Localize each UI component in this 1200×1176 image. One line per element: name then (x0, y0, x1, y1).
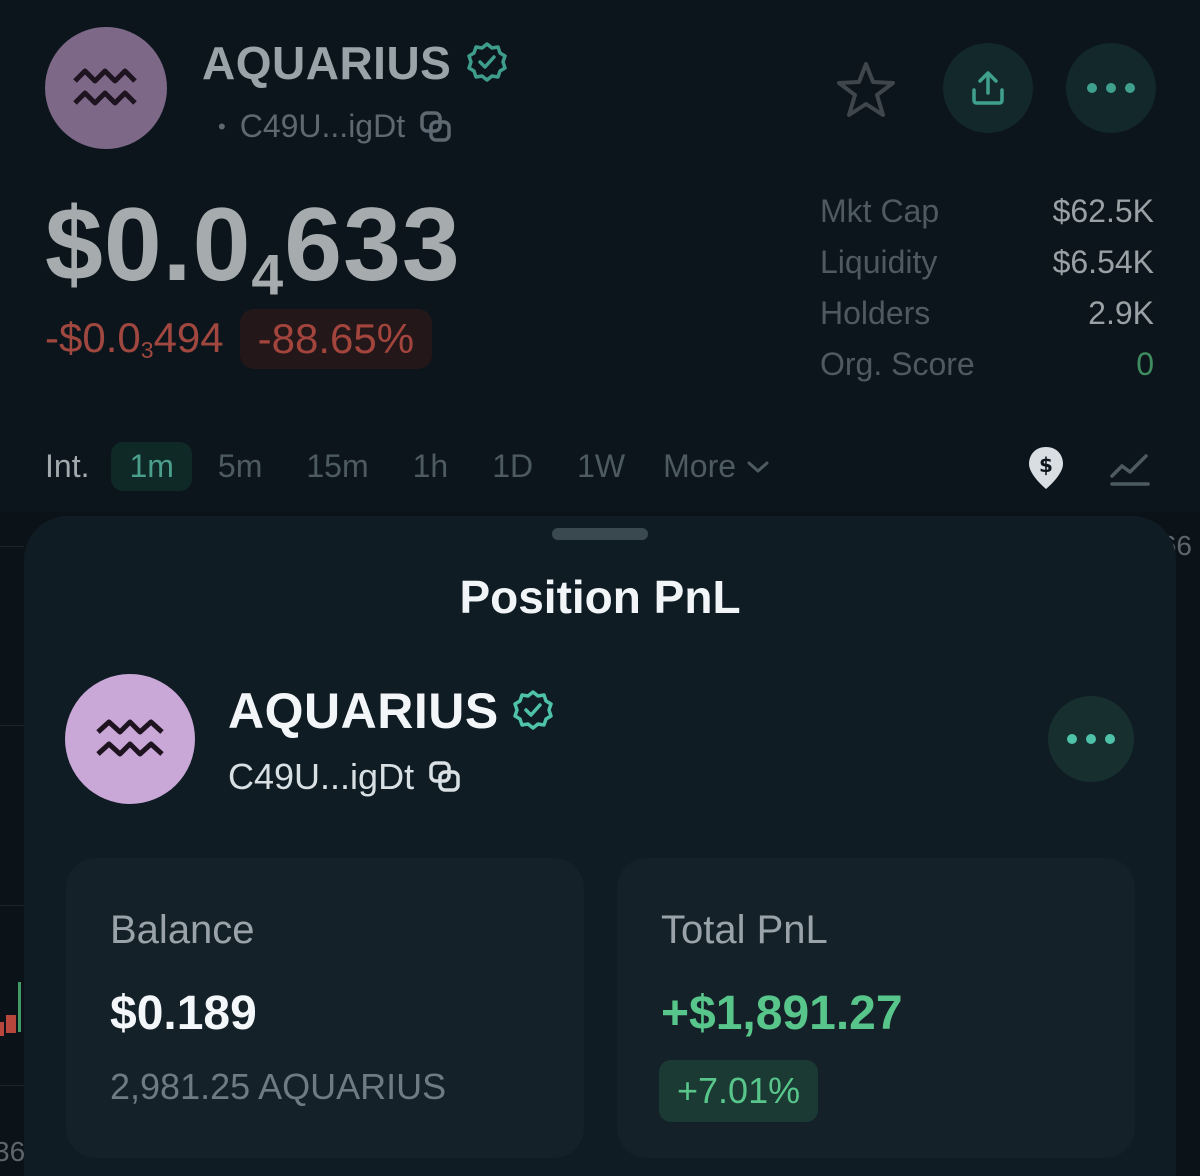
more-options-button[interactable] (1066, 43, 1156, 133)
sheet-token-name: AQUARIUS (228, 683, 499, 739)
chart-axis-label: 36 (0, 1136, 26, 1167)
token-avatar (45, 27, 167, 149)
more-dots-icon (1087, 83, 1135, 93)
sheet-token-address-row: C49U...igDt (228, 756, 462, 798)
price-change-amount: -$0.03494 (45, 314, 224, 363)
aquarius-icon (73, 68, 137, 106)
more-dots-icon (1067, 734, 1115, 744)
verified-badge-icon (467, 42, 508, 82)
stat-label: Holders (820, 295, 931, 331)
position-pnl-sheet: Position PnL AQUARIUS C49U...igDt Balanc… (24, 516, 1176, 1176)
stat-label: Org. Score (820, 346, 975, 382)
price-marker-icon[interactable]: $ (1022, 444, 1070, 492)
aquarius-icon (96, 719, 164, 757)
stat-label: Mkt Cap (820, 193, 940, 229)
stat-value: $62.5K (1052, 193, 1154, 229)
total-pnl-percent: +7.01% (659, 1060, 819, 1122)
stat-row-holders: Holders 2.9K (820, 288, 1154, 339)
balance-value: $0.189 (110, 987, 257, 1040)
token-address: C49U...igDt (239, 108, 406, 144)
interval-more-label: More (663, 448, 737, 484)
favorite-star-icon[interactable] (826, 50, 906, 130)
interval-more-dropdown[interactable]: More (663, 448, 770, 485)
token-price: $0.04633 (45, 187, 461, 308)
token-title-row: AQUARIUS (202, 36, 509, 90)
stat-value: 2.9K (1088, 295, 1154, 331)
bullet-dot-icon: • (218, 113, 226, 139)
interval-1m[interactable]: 1m (111, 442, 192, 491)
balance-token-amount: 2,981.25 AQUARIUS (110, 1066, 447, 1107)
sheet-token-title-row: AQUARIUS (228, 682, 555, 740)
candle (18, 982, 21, 1032)
interval-1w[interactable]: 1W (559, 442, 643, 491)
interval-label: Int. (45, 448, 90, 484)
token-name: AQUARIUS (202, 37, 452, 89)
share-button[interactable] (943, 43, 1033, 133)
chart-gridline (0, 905, 24, 906)
interval-selector: Int. 1m 5m 15m 1h 1D 1W More (45, 442, 770, 491)
price-change-percent: -88.65% (239, 309, 433, 369)
candle (0, 1022, 4, 1036)
token-avatar (65, 674, 195, 804)
chart-line-icon[interactable] (1106, 444, 1154, 492)
stat-row-org-score: Org. Score 0 (820, 339, 1154, 390)
chart-gridline (0, 546, 24, 547)
interval-5m[interactable]: 5m (200, 442, 280, 491)
copy-icon[interactable] (428, 760, 462, 794)
stat-row-mkt-cap: Mkt Cap $62.5K (820, 186, 1154, 237)
token-page: AQUARIUS • C49U...igDt $0.04633 -$0.0349… (0, 0, 1200, 1176)
total-pnl-card: Total PnL +$1,891.27 +7.01% (617, 858, 1135, 1158)
candle (6, 1015, 16, 1033)
balance-label: Balance (110, 908, 255, 952)
balance-card: Balance $0.189 2,981.25 AQUARIUS (66, 858, 584, 1158)
stat-value: $6.54K (1052, 244, 1154, 280)
token-address-row: • C49U...igDt (218, 108, 453, 145)
token-stats: Mkt Cap $62.5K Liquidity $6.54K Holders … (820, 186, 1154, 390)
stat-value: 0 (1136, 346, 1154, 382)
chevron-down-icon (747, 461, 769, 472)
share-icon (972, 71, 1004, 105)
stat-label: Liquidity (820, 244, 938, 280)
interval-1h[interactable]: 1h (395, 442, 467, 491)
sheet-more-options-button[interactable] (1048, 696, 1134, 782)
sheet-drag-handle[interactable] (552, 528, 648, 540)
interval-15m[interactable]: 15m (288, 442, 386, 491)
sheet-token-address: C49U...igDt (228, 756, 415, 797)
chart-gridline (0, 725, 24, 726)
interval-1d[interactable]: 1D (474, 442, 551, 491)
stat-row-liquidity: Liquidity $6.54K (820, 237, 1154, 288)
copy-icon[interactable] (419, 110, 453, 144)
price-change-row: -$0.03494 -88.65% (45, 309, 433, 369)
svg-text:$: $ (1039, 453, 1053, 477)
chart-gridline (0, 1085, 24, 1086)
total-pnl-value: +$1,891.27 (661, 987, 903, 1040)
total-pnl-label: Total PnL (661, 908, 828, 952)
sheet-title: Position PnL (459, 571, 741, 623)
verified-badge-icon (512, 690, 553, 730)
